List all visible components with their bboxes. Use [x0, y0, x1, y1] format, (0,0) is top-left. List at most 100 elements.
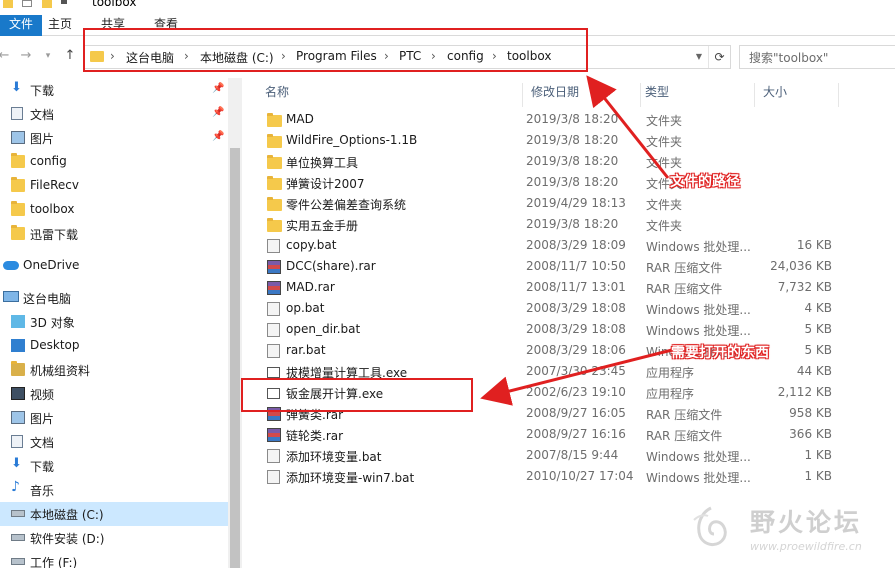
back-arrow-icon[interactable]: ←: [0, 48, 12, 64]
pin-icon[interactable]: 📌: [212, 107, 224, 118]
file-size: 44 KB: [796, 364, 832, 378]
sidebar-item-disk-d[interactable]: 软件安装 (D:): [0, 526, 228, 550]
tab-home[interactable]: 主页: [37, 15, 83, 36]
file-type: RAR 压缩文件: [646, 408, 723, 422]
file-row[interactable]: 单位换算工具 2019/3/8 18:20 文件夹: [245, 152, 895, 173]
sidebar-item-xunlei[interactable]: 迅雷下载: [0, 222, 228, 246]
file-row[interactable]: 弹簧设计2007 2019/3/8 18:20 文件夹: [245, 173, 895, 194]
drive-icon: [11, 534, 25, 541]
file-date: 2007/3/30 23:45: [526, 364, 626, 378]
file-date: 2008/9/27 16:05: [526, 406, 626, 420]
file-type: 文件夹: [646, 114, 683, 128]
sidebar-item-label: 视频: [30, 388, 55, 402]
file-type: 应用程序: [646, 387, 695, 401]
folder-icon: [267, 176, 282, 190]
sidebar-item-pictures-pc[interactable]: 图片: [0, 406, 228, 430]
sidebar-item-desktop[interactable]: Desktop: [0, 334, 228, 358]
sidebar-item-label: FileRecv: [30, 178, 79, 192]
sidebar-item-local-disk-c[interactable]: 本地磁盘 (C:): [0, 502, 228, 526]
file-row[interactable]: open_dir.bat 2008/3/29 18:08 Windows 批处理..…: [245, 320, 895, 341]
column-header-type[interactable]: 类型: [637, 83, 755, 107]
sidebar-item-label: 文档: [30, 108, 55, 122]
quick-access-dropdown-icon[interactable]: [61, 0, 67, 4]
file-type: 文件夹: [646, 219, 683, 233]
file-date: 2002/6/23 19:10: [526, 385, 626, 399]
file-date: 2008/11/7 13:01: [526, 280, 626, 294]
pin-icon[interactable]: 📌: [212, 83, 224, 94]
pin-icon[interactable]: 📌: [212, 131, 224, 142]
file-date: 2008/3/29 18:06: [526, 343, 626, 357]
sidebar-item-label: config: [30, 154, 67, 168]
drive-icon: [11, 558, 25, 565]
tab-file[interactable]: 文件: [0, 15, 43, 36]
properties-icon[interactable]: [22, 0, 32, 7]
sidebar-item-downloads-pc[interactable]: ⬇ 下载: [0, 454, 228, 478]
recent-locations-icon[interactable]: ▾: [40, 48, 56, 64]
sidebar-item-documents[interactable]: 文档 📌: [0, 102, 228, 126]
sidebar-item-music[interactable]: ♪ 音乐: [0, 478, 228, 502]
up-arrow-icon[interactable]: ↑: [62, 48, 78, 64]
annotation-target-box: [241, 378, 473, 412]
file-name: 添加环境变量-win7.bat: [286, 471, 415, 485]
file-name: 零件公差偏差查询系统: [286, 198, 407, 212]
file-list: 名称 修改日期 类型 大小 MAD 2019/3/8 18:20 文件夹 WildFi…: [245, 78, 895, 568]
file-size: 1 KB: [804, 469, 832, 483]
sidebar-scrollbar-thumb[interactable]: [230, 148, 240, 568]
column-header-size[interactable]: 大小: [755, 83, 839, 107]
column-header-name[interactable]: 名称: [257, 83, 523, 107]
file-row[interactable]: 添加环境变量.bat 2007/8/15 9:44 Windows 批处理... 1 …: [245, 446, 895, 467]
watermark-url: www.proewildfire.cn: [750, 540, 862, 553]
picture-icon: [11, 131, 25, 144]
file-date: 2019/3/8 18:20: [526, 217, 619, 231]
sidebar-item-this-pc[interactable]: 这台电脑: [0, 286, 228, 310]
sidebar-item-downloads[interactable]: ⬇ 下载 📌: [0, 78, 228, 102]
file-row[interactable]: 实用五金手册 2019/3/8 18:20 文件夹: [245, 215, 895, 236]
address-dropdown-icon[interactable]: ▼: [692, 46, 706, 68]
new-folder-icon[interactable]: [42, 0, 52, 8]
sidebar-item-filerecv[interactable]: FileRecv: [0, 174, 228, 198]
file-type: 文件夹: [646, 198, 683, 212]
sidebar-item-mech-group[interactable]: 机械组资料: [0, 358, 228, 382]
sidebar-item-label: 图片: [30, 132, 55, 146]
file-name: rar.bat: [286, 343, 326, 357]
computer-icon: [3, 291, 19, 302]
file-size: 4 KB: [804, 301, 832, 315]
file-name: open_dir.bat: [286, 322, 361, 336]
sidebar-item-onedrive[interactable]: OneDrive: [0, 254, 228, 278]
cloud-icon: [3, 261, 19, 270]
file-row[interactable]: copy.bat 2008/3/29 18:09 Windows 批处理... 16 …: [245, 236, 895, 257]
sidebar-item-pictures[interactable]: 图片 📌: [0, 126, 228, 150]
sidebar-item-3d-objects[interactable]: 3D 对象: [0, 310, 228, 334]
network-folder-icon: [11, 361, 25, 376]
file-type: Windows 批处理...: [646, 471, 751, 485]
file-row[interactable]: WildFire_Options-1.1B 2019/3/8 18:20 文件夹: [245, 131, 895, 152]
sidebar-item-disk-f[interactable]: 工作 (F:): [0, 550, 228, 568]
file-name: 添加环境变量.bat: [286, 450, 382, 464]
refresh-icon[interactable]: ⟳: [708, 46, 730, 68]
file-size: 7,732 KB: [777, 280, 832, 294]
file-row[interactable]: 零件公差偏差查询系统 2019/4/29 18:13 文件夹: [245, 194, 895, 215]
file-row[interactable]: 链轮类.rar 2008/9/27 16:16 RAR 压缩文件 366 KB: [245, 425, 895, 446]
file-size: 958 KB: [789, 406, 832, 420]
document-icon: [11, 107, 23, 120]
forward-arrow-icon[interactable]: →: [18, 48, 34, 64]
sidebar-item-label: 软件安装 (D:): [30, 532, 105, 546]
music-note-icon: ♪: [11, 479, 20, 495]
file-row[interactable]: MAD 2019/3/8 18:20 文件夹: [245, 110, 895, 131]
file-size: 5 KB: [804, 343, 832, 357]
file-row[interactable]: op.bat 2008/3/29 18:08 Windows 批处理... 4 KB: [245, 299, 895, 320]
sidebar-item-toolbox[interactable]: toolbox: [0, 198, 228, 222]
file-type: RAR 压缩文件: [646, 261, 723, 275]
bat-gear-icon: [267, 470, 280, 484]
search-input[interactable]: 搜索"toolbox": [739, 45, 895, 69]
sidebar-item-config[interactable]: config: [0, 150, 228, 174]
file-row[interactable]: 添加环境变量-win7.bat 2010/10/27 17:04 Windows 批…: [245, 467, 895, 488]
file-date: 2019/3/8 18:20: [526, 133, 619, 147]
sidebar-item-videos[interactable]: 视频: [0, 382, 228, 406]
file-row[interactable]: DCC(share).rar 2008/11/7 10:50 RAR 压缩文件 24,…: [245, 257, 895, 278]
file-row[interactable]: MAD.rar 2008/11/7 13:01 RAR 压缩文件 7,732 KB: [245, 278, 895, 299]
file-row[interactable]: rar.bat 2008/3/29 18:06 Windows 批处理... 5 KB: [245, 341, 895, 362]
annotation-target-label: 需要打开的东西: [671, 345, 769, 361]
column-header-date[interactable]: 修改日期: [523, 83, 641, 107]
sidebar-item-documents-pc[interactable]: 文档: [0, 430, 228, 454]
